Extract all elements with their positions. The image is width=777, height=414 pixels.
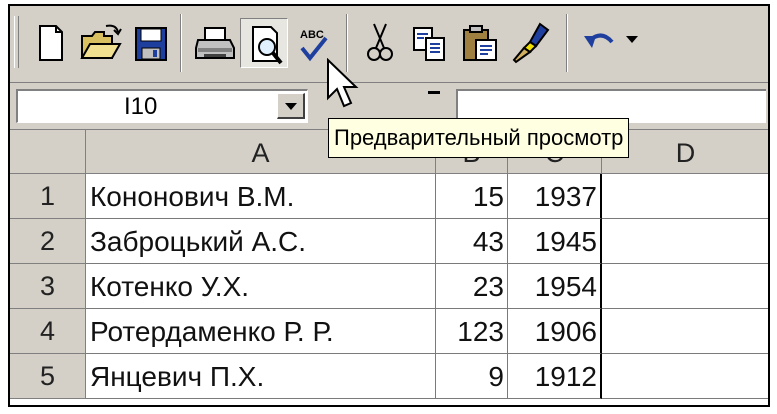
- toolbar-separator: [566, 14, 568, 72]
- chevron-down-icon: [285, 103, 297, 110]
- copy-icon: [413, 27, 445, 61]
- name-box-dropdown-button[interactable]: [277, 93, 305, 119]
- select-all-corner[interactable]: [10, 130, 86, 174]
- print-preview-button[interactable]: [240, 18, 288, 68]
- cell-d1[interactable]: [602, 174, 768, 219]
- format-painter-button[interactable]: [506, 18, 554, 68]
- cell-c1[interactable]: 1937: [508, 174, 602, 219]
- tooltip: Предварительный просмотр: [328, 118, 630, 158]
- cell-d2[interactable]: [602, 219, 768, 264]
- cell-d4[interactable]: [602, 309, 768, 354]
- save-button[interactable]: [126, 18, 174, 68]
- printer-icon: [195, 27, 235, 59]
- paste-button[interactable]: [456, 18, 504, 68]
- minus-icon: [428, 91, 440, 94]
- name-box[interactable]: I10: [16, 89, 308, 123]
- cell-a2[interactable]: Заброцький А.С.: [86, 219, 436, 264]
- toolbar-grip[interactable]: [14, 16, 19, 68]
- cell-b1[interactable]: 15: [436, 174, 508, 219]
- excel-window: ABC I10 A D 1 Кононович В.М. 15 1937 2 З…: [8, 4, 770, 407]
- screenshot-frame: ABC I10 A D 1 Кононович В.М. 15 1937 2 З…: [0, 0, 777, 414]
- cell-d3[interactable]: [602, 264, 768, 309]
- cell-a5[interactable]: Янцевич П.Х.: [86, 354, 436, 399]
- row-header-2[interactable]: 2: [10, 219, 86, 264]
- formula-dropdown-button[interactable]: [420, 89, 448, 109]
- copy-button[interactable]: [406, 18, 454, 68]
- cut-button[interactable]: [356, 18, 404, 68]
- cell-c5[interactable]: 1912: [508, 354, 602, 399]
- cell-d5[interactable]: [602, 354, 768, 399]
- clipboard-icon: [463, 25, 497, 61]
- cell-a3[interactable]: Котенко У.Х.: [86, 264, 436, 309]
- cell-c4[interactable]: 1906: [508, 309, 602, 354]
- scissors-icon: [367, 23, 393, 61]
- cell-a1[interactable]: Кононович В.М.: [86, 174, 436, 219]
- cell-c2[interactable]: 1945: [508, 219, 602, 264]
- mouse-pointer-icon: [327, 58, 359, 108]
- toolbar-separator: [180, 14, 182, 72]
- name-box-value: I10: [124, 93, 158, 120]
- new-button[interactable]: [26, 18, 74, 68]
- print-button[interactable]: [190, 18, 238, 68]
- spreadsheet-grid: A B C D 1 Кононович В.М. 15 1937 2 Забро…: [10, 130, 768, 405]
- cell-a4[interactable]: Ротердаменко Р. Р.: [86, 309, 436, 354]
- open-folder-icon: [80, 24, 122, 59]
- cell-b2[interactable]: 43: [436, 219, 508, 264]
- undo-dropdown-arrow[interactable]: [626, 36, 638, 43]
- row-header-5[interactable]: 5: [10, 354, 86, 399]
- row-header-1[interactable]: 1: [10, 174, 86, 219]
- standard-toolbar: ABC: [10, 6, 768, 83]
- row-header-3[interactable]: 3: [10, 264, 86, 309]
- spelling-label: ABC: [300, 29, 324, 41]
- print-preview-icon: [252, 26, 283, 65]
- cell-b4[interactable]: 123: [436, 309, 508, 354]
- paintbrush-icon: [512, 22, 550, 64]
- cell-b5[interactable]: 9: [436, 354, 508, 399]
- undo-button[interactable]: [576, 18, 624, 68]
- new-document-icon: [39, 25, 63, 61]
- cell-c3[interactable]: 1954: [508, 264, 602, 309]
- open-button[interactable]: [76, 18, 124, 68]
- undo-arrow-icon: [584, 33, 614, 48]
- row-header-4[interactable]: 4: [10, 309, 86, 354]
- floppy-disk-icon: [135, 27, 167, 61]
- cell-b3[interactable]: 23: [436, 264, 508, 309]
